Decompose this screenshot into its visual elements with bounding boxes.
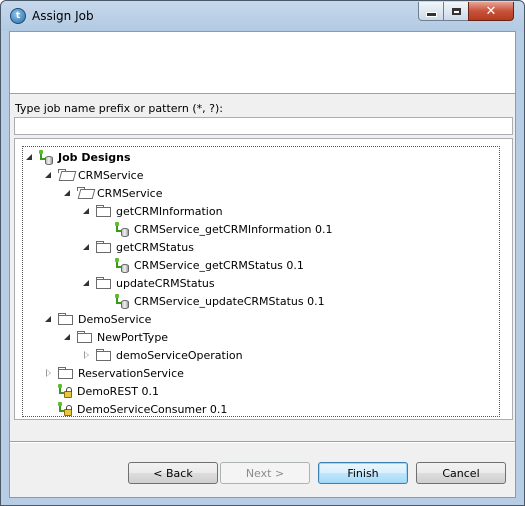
- maximize-button[interactable]: [443, 2, 469, 21]
- tree-node-folder[interactable]: DemoService: [44, 310, 151, 328]
- dialog-body: Type job name prefix or pattern (*, ?): …: [9, 31, 516, 498]
- tree-node-label: DemoServiceConsumer 0.1: [77, 402, 228, 416]
- tree-node-label: getCRMStatus: [116, 240, 194, 254]
- close-button[interactable]: ✕: [468, 2, 514, 21]
- tree-node-job[interactable]: DemoREST 0.1: [58, 382, 159, 400]
- tree-node-folder[interactable]: getCRMStatus: [82, 238, 194, 256]
- tree-node-folder[interactable]: demoServiceOperation: [82, 346, 243, 364]
- job-icon: [115, 257, 130, 273]
- locked-job-icon: [58, 401, 73, 417]
- collapsed-arrow-icon[interactable]: [82, 350, 92, 360]
- title-bar[interactable]: t Assign Job ✕: [1, 1, 524, 31]
- expanded-arrow-icon[interactable]: [63, 188, 73, 198]
- tree-node-label: demoServiceOperation: [116, 348, 243, 362]
- expanded-arrow-icon[interactable]: [82, 206, 92, 216]
- collapsed-arrow-icon[interactable]: [44, 368, 54, 378]
- job-designs-icon: [39, 149, 54, 165]
- expanded-arrow-icon[interactable]: [25, 152, 35, 162]
- expanded-arrow-icon[interactable]: [82, 278, 92, 288]
- tree-node-label: NewPortType: [97, 330, 169, 344]
- folder-open-icon: [77, 187, 92, 199]
- close-icon: ✕: [485, 3, 497, 19]
- expanded-arrow-icon[interactable]: [82, 242, 92, 252]
- job-icon: [115, 221, 130, 237]
- finish-button[interactable]: Finish: [318, 462, 408, 484]
- tree-node-folder[interactable]: ReservationService: [44, 364, 184, 382]
- tree-node-label: DemoREST 0.1: [77, 384, 159, 398]
- expanded-arrow-icon[interactable]: [44, 314, 54, 324]
- folder-icon: [77, 331, 92, 343]
- tree-node-folder[interactable]: CRMService: [44, 166, 143, 184]
- tree-node-label: CRMService_getCRMInformation 0.1: [134, 222, 333, 236]
- assign-job-window: t Assign Job ✕ Type job name prefix or p…: [0, 0, 525, 506]
- tree-node-job[interactable]: CRMService_getCRMInformation 0.1: [115, 220, 333, 238]
- dialog-banner: [10, 32, 515, 94]
- tree-node-label: getCRMInformation: [116, 204, 223, 218]
- tree-node-label: Job Designs: [58, 150, 131, 164]
- button-bar-separator: [10, 441, 515, 443]
- tree-node-label: CRMService_updateCRMStatus 0.1: [134, 294, 325, 308]
- folder-icon: [96, 349, 111, 361]
- window-title: Assign Job: [32, 9, 94, 23]
- locked-job-icon: [58, 383, 73, 399]
- expanded-arrow-icon[interactable]: [63, 332, 73, 342]
- tree-node-job[interactable]: CRMService_updateCRMStatus 0.1: [115, 292, 325, 310]
- tree-node-label: CRMService_getCRMStatus 0.1: [134, 258, 304, 272]
- folder-icon: [58, 367, 73, 379]
- tree-node-folder[interactable]: CRMService: [63, 184, 162, 202]
- expanded-arrow-icon[interactable]: [44, 170, 54, 180]
- job-filter-input[interactable]: [14, 117, 513, 135]
- tree-node-label: ReservationService: [78, 366, 184, 380]
- tree-node-label: CRMService: [97, 186, 163, 200]
- tree-node-job[interactable]: DemoServiceConsumer 0.1: [58, 400, 227, 418]
- tree-node-folder[interactable]: getCRMInformation: [82, 202, 223, 220]
- folder-icon: [96, 205, 111, 217]
- job-tree[interactable]: Job Designs CRMService CRMService getCRM…: [22, 146, 500, 417]
- minimize-button[interactable]: [418, 2, 444, 21]
- job-icon: [115, 293, 130, 309]
- folder-open-icon: [58, 169, 73, 181]
- minimize-icon: [425, 12, 437, 17]
- cancel-button[interactable]: Cancel: [416, 462, 506, 484]
- folder-icon: [58, 313, 73, 325]
- tree-node-label: updateCRMStatus: [116, 276, 215, 290]
- next-button[interactable]: Next >: [220, 462, 310, 484]
- tree-node-folder[interactable]: updateCRMStatus: [82, 274, 215, 292]
- job-tree-panel: Job Designs CRMService CRMService getCRM…: [14, 138, 513, 420]
- maximize-icon: [451, 7, 461, 15]
- tree-node-label: DemoService: [78, 312, 152, 326]
- filter-label: Type job name prefix or pattern (*, ?):: [15, 102, 223, 115]
- back-button[interactable]: < Back: [128, 462, 218, 484]
- folder-icon: [96, 277, 111, 289]
- tree-node-label: CRMService: [78, 168, 144, 182]
- folder-icon: [96, 241, 111, 253]
- talend-app-icon: t: [10, 8, 26, 24]
- tree-node-job[interactable]: CRMService_getCRMStatus 0.1: [115, 256, 304, 274]
- tree-node-job-designs[interactable]: Job Designs: [25, 148, 131, 166]
- tree-node-folder[interactable]: NewPortType: [63, 328, 168, 346]
